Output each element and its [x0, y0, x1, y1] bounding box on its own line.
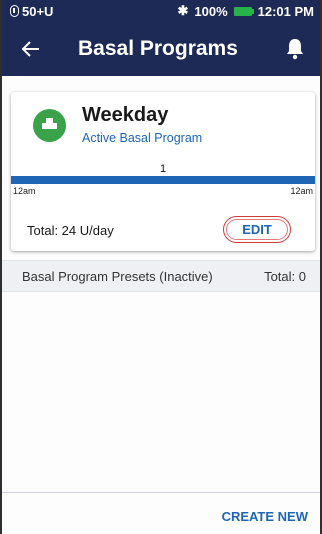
- back-button[interactable]: [18, 36, 44, 62]
- create-new-button[interactable]: CREATE NEW: [222, 509, 308, 524]
- edit-button[interactable]: EDIT: [223, 216, 291, 243]
- footer-divider: [2, 492, 320, 493]
- basal-program-icon: [33, 109, 66, 142]
- program-name: Weekday: [82, 104, 169, 126]
- pod-status: 50+U: [10, 4, 53, 19]
- start-time-label: 12am: [13, 186, 36, 196]
- bluetooth-icon: ✱: [177, 3, 189, 18]
- basal-rate-bar: [11, 176, 315, 184]
- app-header: Basal Programs: [2, 22, 320, 76]
- bell-icon: [287, 39, 303, 60]
- presets-section-header: Basal Program Presets (Inactive) Total: …: [2, 260, 320, 292]
- status-indicators: ✱ 100% 12:01 PM: [177, 3, 314, 19]
- basal-rate-label: 1: [159, 163, 167, 175]
- program-status: Active Basal Program: [82, 131, 203, 145]
- status-bar: 50+U ✱ 100% 12:01 PM: [2, 0, 320, 22]
- daily-total: Total: 24 U/day: [27, 223, 114, 238]
- pod-icon: [10, 5, 19, 17]
- notifications-button[interactable]: [284, 36, 306, 60]
- active-program-card: Weekday Active Basal Program 1 12am 12am…: [11, 92, 315, 251]
- pod-status-text: 50+U: [22, 3, 54, 19]
- end-time-label: 12am: [290, 186, 313, 196]
- battery-icon: [233, 6, 254, 16]
- arrow-left-icon: [22, 41, 39, 57]
- page-title: Basal Programs: [78, 37, 238, 60]
- app-screen: 50+U ✱ 100% 12:01 PM Basal Programs Week…: [0, 0, 322, 534]
- presets-title: Basal Program Presets (Inactive): [22, 269, 213, 284]
- presets-total: Total: 0: [264, 269, 306, 284]
- clock: 12:01 PM: [257, 3, 314, 19]
- battery-percent: 100%: [194, 3, 228, 19]
